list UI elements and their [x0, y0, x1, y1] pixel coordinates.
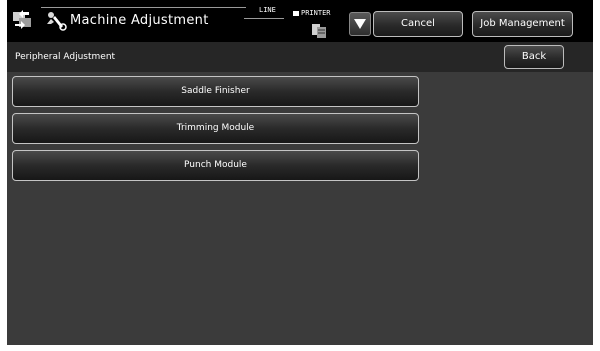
printer-status-box — [293, 11, 299, 16]
wrench-person-icon — [47, 12, 67, 31]
line-label: LINE — [259, 6, 276, 14]
back-button[interactable]: Back — [504, 45, 564, 69]
machine-adjustment-icon — [13, 10, 31, 29]
dropdown-button[interactable] — [349, 12, 371, 36]
triangle-down-icon — [354, 19, 366, 29]
app-title: Machine Adjustment — [70, 13, 209, 28]
printer-label: PRINTER — [301, 9, 331, 17]
page-title: Peripheral Adjustment — [15, 52, 116, 62]
saddle-finisher-button[interactable]: Saddle Finisher — [12, 76, 419, 107]
printer-status: PRINTER — [293, 8, 343, 38]
trimming-module-button[interactable]: Trimming Module — [12, 113, 419, 144]
job-management-button[interactable]: Job Management — [472, 11, 573, 37]
punch-module-button[interactable]: Punch Module — [12, 150, 419, 181]
printer-job-icon — [312, 24, 326, 38]
cancel-button[interactable]: Cancel — [373, 11, 463, 37]
line-indicator: LINE — [244, 6, 284, 19]
header-bar: Machine Adjustment LINE PRINTER Cancel J… — [7, 0, 593, 42]
screen: Machine Adjustment LINE PRINTER Cancel J… — [7, 0, 593, 345]
subheader-bar: Peripheral Adjustment Back — [7, 42, 593, 72]
